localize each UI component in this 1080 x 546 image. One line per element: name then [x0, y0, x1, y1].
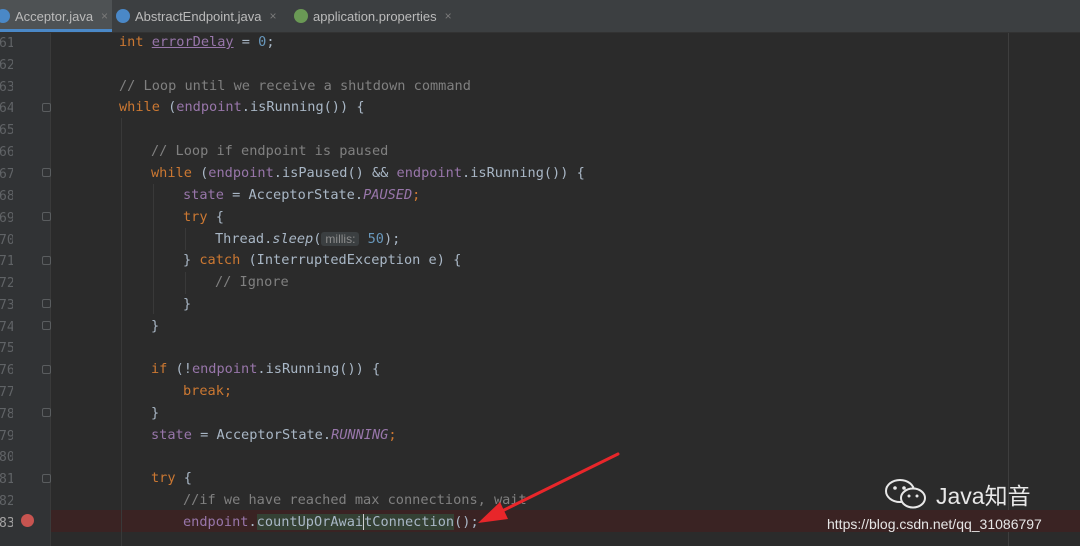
wechat-logo-icon	[885, 479, 926, 509]
wechat-watermark: Java知音	[884, 477, 1031, 511]
watermark-brand: Java知音	[936, 483, 1031, 509]
watermark-url: https://blog.csdn.net/qq_31086797	[827, 516, 1042, 532]
annotation-arrow	[478, 452, 620, 523]
